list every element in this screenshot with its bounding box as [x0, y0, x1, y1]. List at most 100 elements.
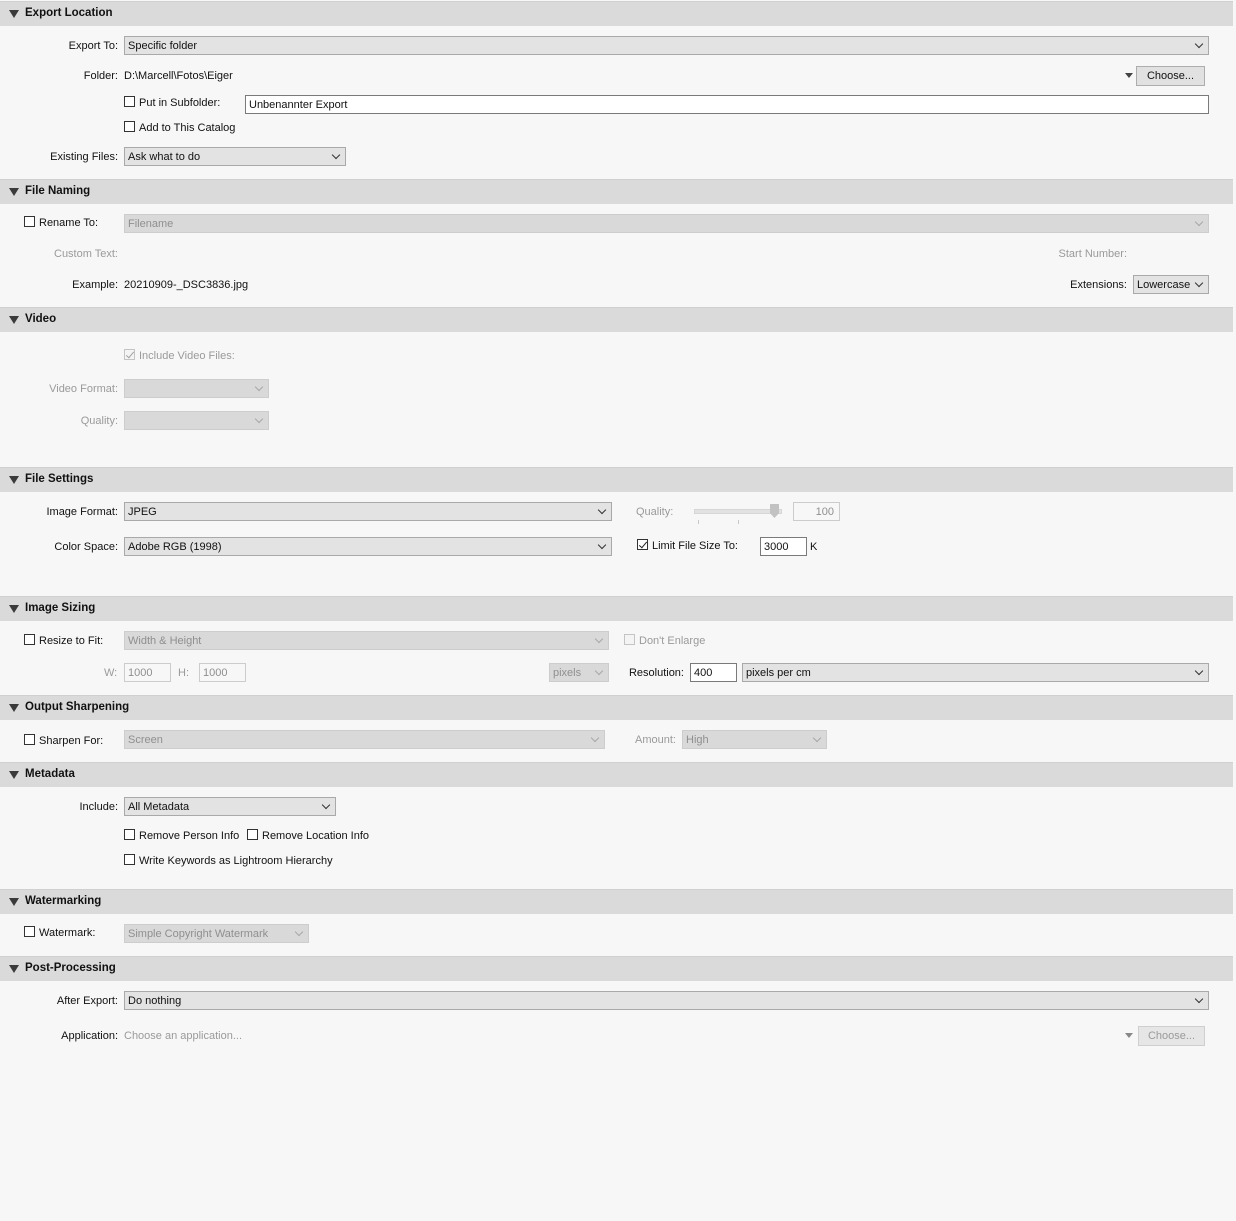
slider-tick [698, 520, 699, 524]
chevron-down-icon [1194, 278, 1204, 288]
section-header-file-naming[interactable]: File Naming [0, 179, 1233, 204]
add-to-catalog-checkbox[interactable] [124, 121, 135, 132]
rename-template-value: Filename [128, 218, 174, 230]
section-header-export-location[interactable]: Export Location [0, 1, 1233, 26]
color-space-select[interactable]: Adobe RGB (1998) [124, 537, 612, 556]
limit-file-size-input[interactable]: 3000 [760, 537, 807, 556]
section-header-watermarking[interactable]: Watermarking [0, 889, 1233, 914]
choose-folder-button[interactable]: Choose... [1136, 66, 1205, 86]
color-space-value: Adobe RGB (1998) [128, 541, 222, 553]
example-filename: 20210909-_DSC3836.jpg [124, 279, 249, 291]
watermark-select[interactable]: Simple Copyright Watermark [124, 924, 309, 943]
height-label: H: [178, 667, 189, 679]
resize-mode-value: Width & Height [128, 635, 202, 647]
collapse-triangle-icon[interactable] [9, 898, 19, 906]
export-to-select[interactable]: Specific folder [124, 36, 1209, 55]
sharpen-for-checkbox[interactable] [24, 734, 35, 745]
section-title: Watermarking [25, 895, 102, 907]
write-keywords-checkbox[interactable] [124, 854, 135, 865]
collapse-triangle-icon[interactable] [9, 10, 19, 18]
width-label: W: [104, 667, 118, 679]
limit-file-size-checkbox[interactable] [637, 539, 648, 550]
checkmark-icon [125, 349, 135, 359]
after-export-select[interactable]: Do nothing [124, 991, 1209, 1010]
application-placeholder[interactable]: Choose an application... [124, 1030, 242, 1042]
amount-value: High [686, 734, 709, 746]
remove-location-info-checkbox[interactable] [247, 829, 258, 840]
height-value: 1000 [203, 667, 228, 679]
collapse-triangle-icon[interactable] [9, 965, 19, 973]
remove-person-info-checkbox[interactable] [124, 829, 135, 840]
size-units-select[interactable]: pixels [549, 663, 609, 682]
checkmark-icon [638, 539, 648, 549]
quality-value: 100 [815, 506, 834, 518]
section-header-file-settings[interactable]: File Settings [0, 467, 1233, 492]
section-title: File Naming [25, 185, 91, 197]
section-title: Export Location [25, 7, 113, 19]
quality-slider-track[interactable] [694, 509, 782, 514]
slider-tick [738, 520, 739, 524]
video-format-select[interactable] [124, 379, 269, 398]
collapse-triangle-icon[interactable] [9, 476, 19, 484]
dont-enlarge-label: Don't Enlarge [639, 635, 706, 647]
limit-file-size-unit: K [810, 541, 818, 553]
quality-label: Quality: [636, 506, 674, 518]
watermark-checkbox[interactable] [24, 926, 35, 937]
resize-mode-select[interactable]: Width & Height [124, 631, 609, 650]
quality-value-field[interactable]: 100 [793, 502, 840, 521]
chevron-down-icon [1194, 666, 1204, 676]
choose-application-button[interactable]: Choose... [1138, 1026, 1205, 1046]
section-header-output-sharpening[interactable]: Output Sharpening [0, 695, 1233, 720]
rename-to-checkbox[interactable] [24, 216, 35, 227]
application-history-dropdown-icon[interactable] [1125, 1033, 1133, 1038]
metadata-include-select[interactable]: All Metadata [124, 797, 336, 816]
size-units-value: pixels [553, 667, 582, 679]
collapse-triangle-icon[interactable] [9, 188, 19, 196]
collapse-triangle-icon[interactable] [9, 605, 19, 613]
width-input[interactable]: 1000 [124, 663, 171, 682]
quality-slider-thumb[interactable] [770, 504, 779, 518]
sharpen-for-value: Screen [128, 734, 163, 746]
remove-location-info-label: Remove Location Info [262, 830, 370, 842]
extensions-value: Lowercase [1137, 279, 1191, 291]
section-header-video[interactable]: Video [0, 307, 1233, 332]
image-format-select[interactable]: JPEG [124, 502, 612, 521]
resolution-unit-select[interactable]: pixels per cm [742, 663, 1209, 682]
export-to-label: Export To: [68, 40, 118, 52]
example-label: Example: [72, 279, 118, 291]
resolution-input[interactable]: 400 [690, 663, 737, 682]
chevron-down-icon [590, 733, 600, 743]
collapse-triangle-icon[interactable] [9, 771, 19, 779]
existing-files-select[interactable]: Ask what to do [124, 147, 346, 166]
chevron-down-icon [594, 634, 604, 644]
limit-file-size-value: 3000 [764, 541, 789, 553]
video-quality-select[interactable] [124, 411, 269, 430]
chevron-down-icon [321, 800, 331, 810]
color-space-label: Color Space: [54, 541, 118, 553]
resize-to-fit-checkbox[interactable] [24, 634, 35, 645]
rename-template-select[interactable]: Filename [124, 214, 1209, 233]
extensions-select[interactable]: Lowercase [1133, 275, 1209, 294]
width-value: 1000 [128, 667, 153, 679]
after-export-label: After Export: [56, 995, 118, 1007]
section-header-post-processing[interactable]: Post-Processing [0, 956, 1233, 981]
collapse-triangle-icon[interactable] [9, 704, 19, 712]
amount-select[interactable]: High [682, 730, 827, 749]
put-in-subfolder-checkbox[interactable] [124, 96, 135, 107]
include-video-checkbox[interactable] [124, 349, 135, 360]
resolution-value: 400 [694, 667, 713, 679]
collapse-triangle-icon[interactable] [9, 316, 19, 324]
section-header-image-sizing[interactable]: Image Sizing [0, 596, 1233, 621]
put-in-subfolder-label: Put in Subfolder: [139, 97, 221, 109]
image-format-value: JPEG [128, 506, 157, 518]
application-label: Application: [61, 1030, 118, 1042]
sharpen-for-select[interactable]: Screen [124, 730, 605, 749]
chevron-down-icon [331, 150, 341, 160]
video-format-label: Video Format: [49, 383, 118, 395]
folder-history-dropdown-icon[interactable] [1125, 73, 1133, 78]
section-header-metadata[interactable]: Metadata [0, 762, 1233, 787]
subfolder-name-input[interactable]: Unbenannter Export [245, 95, 1209, 114]
section-title: Output Sharpening [25, 701, 130, 713]
dont-enlarge-checkbox[interactable] [624, 634, 635, 645]
height-input[interactable]: 1000 [199, 663, 246, 682]
